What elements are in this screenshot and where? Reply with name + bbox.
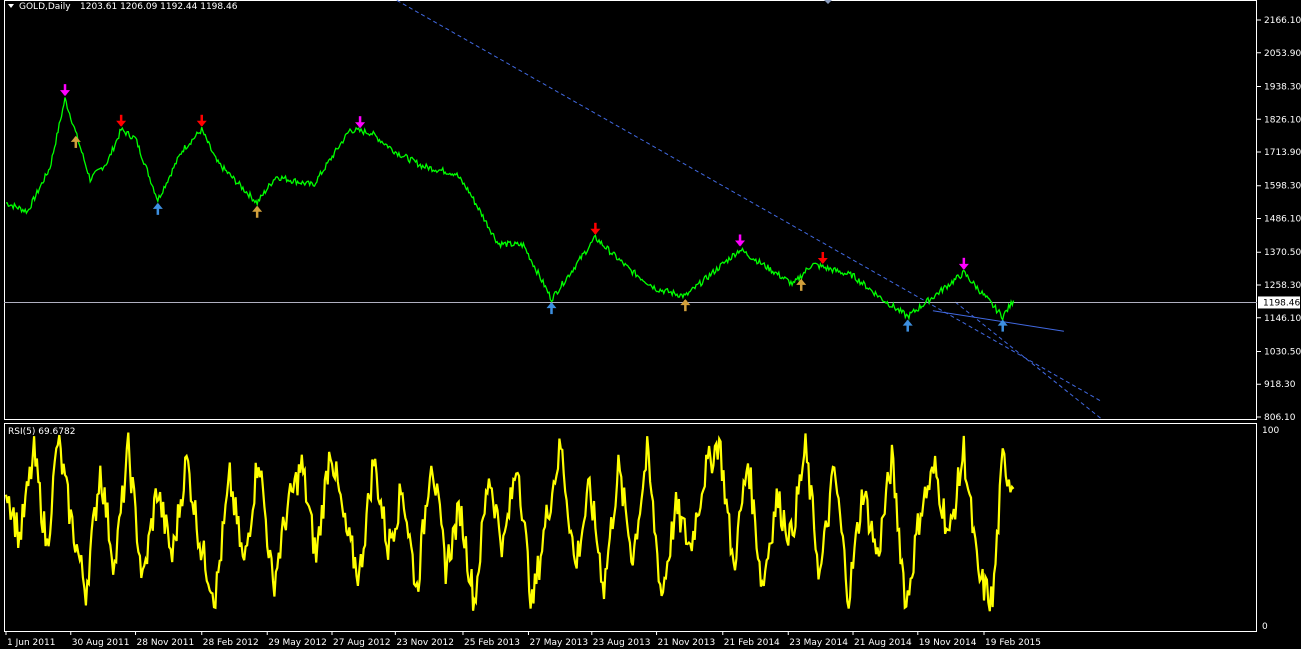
x-tick-label: 23 May 2014 (789, 638, 848, 648)
x-tick-label: 19 Nov 2014 (919, 638, 977, 648)
x-tick-label: 21 Nov 2013 (658, 638, 716, 648)
x-tick-label: 30 Aug 2011 (72, 638, 130, 648)
current-price-label: 1198.46 (1263, 298, 1300, 308)
y-tick-label: 1598.30 (1264, 182, 1301, 192)
chart-canvas: GOLD,Daily 1203.61 1206.09 1192.44 1198.… (0, 0, 1301, 649)
x-tick-label: 21 Feb 2014 (724, 638, 780, 648)
y-tick-label: 2166.10 (1264, 16, 1301, 26)
x-tick-label: 27 Aug 2012 (333, 638, 391, 648)
y-tick-label: 806.10 (1264, 413, 1296, 423)
ohlc-label: 1203.61 1206.09 1192.44 1198.46 (80, 2, 238, 12)
x-tick-label: 1 Jun 2011 (7, 638, 55, 648)
rsi-tick-label: 100 (1262, 426, 1279, 436)
x-tick-label: 19 Feb 2015 (985, 638, 1041, 648)
x-tick-label: 29 May 2012 (268, 638, 327, 648)
y-tick-label: 1258.30 (1264, 281, 1301, 291)
y-tick-label: 1713.90 (1264, 148, 1301, 158)
y-tick-label: 1938.30 (1264, 82, 1301, 92)
x-tick-label: 23 Nov 2012 (396, 638, 454, 648)
y-tick-label: 1146.10 (1264, 314, 1301, 324)
x-tick-label: 25 Feb 2013 (464, 638, 520, 648)
chart-background (0, 0, 1301, 649)
y-tick-label: 1030.50 (1264, 347, 1301, 357)
x-tick-label: 28 Nov 2011 (137, 638, 195, 648)
y-tick-label: 2053.90 (1264, 49, 1301, 59)
y-tick-label: 1826.10 (1264, 115, 1301, 125)
y-tick-label: 918.30 (1264, 380, 1296, 390)
rsi-label: RSI(5) 69.6782 (8, 427, 75, 437)
y-tick-label: 1486.10 (1264, 215, 1301, 225)
x-tick-label: 27 May 2013 (529, 638, 588, 648)
y-tick-label: 1370.50 (1264, 248, 1301, 258)
x-tick-label: 28 Feb 2012 (203, 638, 259, 648)
rsi-tick-label: 0 (1262, 622, 1268, 632)
x-tick-label: 21 Aug 2014 (854, 638, 912, 648)
symbol-label: GOLD,Daily (19, 2, 71, 12)
x-tick-label: 23 Aug 2013 (593, 638, 651, 648)
